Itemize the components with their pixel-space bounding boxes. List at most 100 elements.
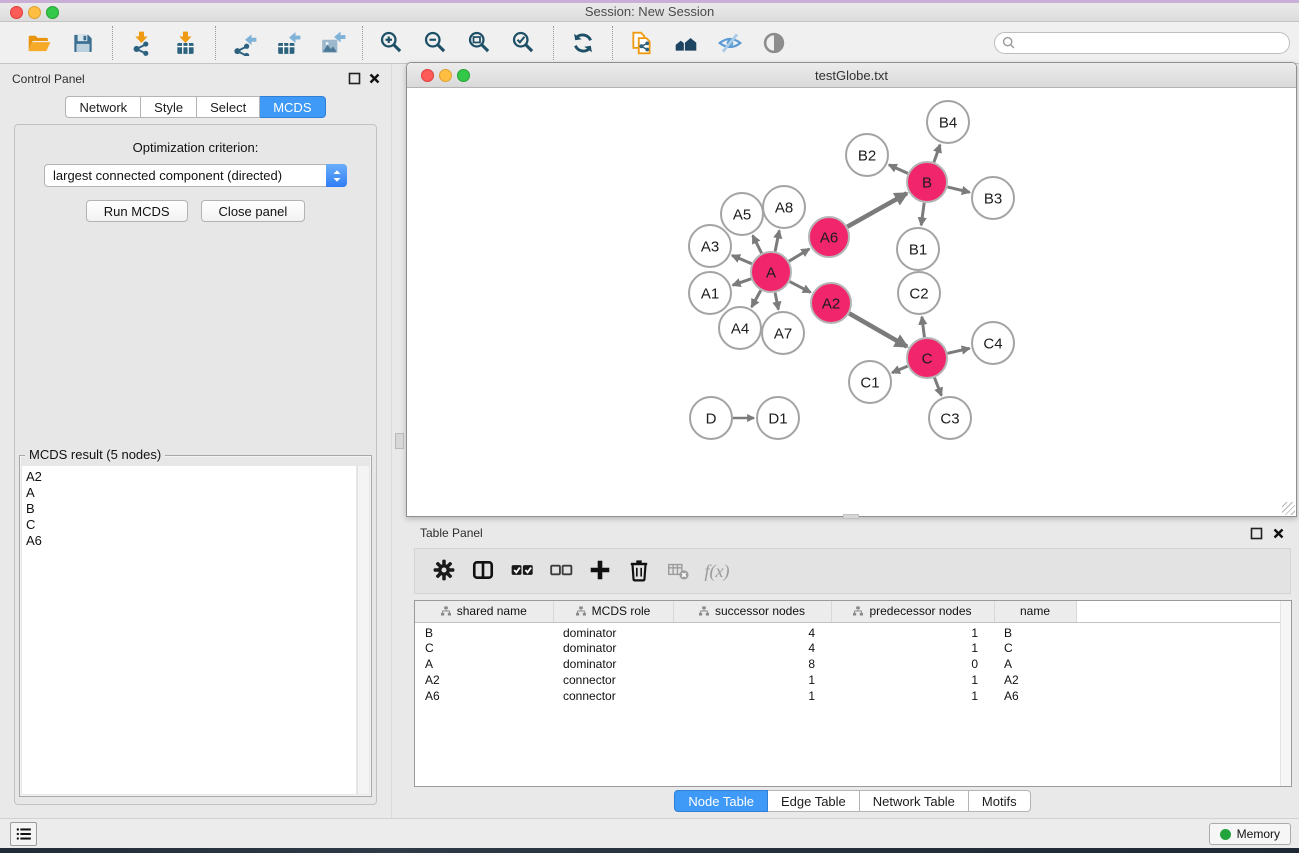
table-scrollbar[interactable]: [1280, 601, 1291, 786]
float-panel-icon[interactable]: [348, 72, 361, 85]
network-canvas[interactable]: B4B2BB3A8A5A6A3B1AA1C2A2A4A7C4CC1DD1C3: [407, 89, 1296, 516]
show-all-networks-button[interactable]: [668, 26, 704, 60]
deselect-all-columns-icon: [549, 558, 573, 585]
graph-edge-B-B2[interactable]: [889, 165, 908, 174]
export-table-icon: [276, 30, 302, 56]
memory-button[interactable]: Memory: [1209, 823, 1291, 845]
graph-edge-B-B4[interactable]: [934, 145, 940, 163]
control-panel-title: Control Panel: [12, 72, 85, 86]
table-row[interactable]: A6connector11A6: [415, 688, 1291, 704]
app-titlebar: Session: New Session: [0, 0, 1299, 22]
column-header-successor-nodes[interactable]: successor nodes: [673, 601, 831, 622]
node-table: shared nameMCDS rolesuccessor nodesprede…: [415, 601, 1291, 704]
deselect-all-columns-button[interactable]: [546, 554, 576, 588]
graph-node-label-B3: B3: [984, 190, 1002, 207]
graph-edge-B-B3[interactable]: [947, 187, 969, 192]
toolbar-group: [362, 26, 553, 60]
graph-edge-C-C2[interactable]: [922, 317, 925, 337]
refresh-view-button[interactable]: [565, 26, 601, 60]
mcds-tab-content: Optimization criterion: largest connecte…: [14, 124, 377, 805]
column-header-shared-name[interactable]: shared name: [415, 601, 553, 622]
toolbar-group: [612, 26, 803, 60]
select-stepper-icon: [326, 164, 347, 187]
import-table-button[interactable]: [168, 26, 204, 60]
mcds-result-item[interactable]: B: [26, 501, 356, 517]
result-list-scrollbar[interactable]: [357, 466, 369, 794]
graph-edge-A-A8[interactable]: [775, 231, 779, 252]
graph-edge-A6-B[interactable]: [847, 193, 907, 226]
graph-edge-A-A5[interactable]: [753, 236, 762, 254]
close-panel-icon[interactable]: [368, 72, 381, 85]
criterion-select[interactable]: largest connected component (directed): [44, 164, 347, 187]
splitter-handle-bottom[interactable]: [843, 514, 859, 519]
table-row[interactable]: A2connector11A2: [415, 672, 1291, 688]
tab-select[interactable]: Select: [197, 96, 260, 118]
zoom-out-icon: [423, 30, 449, 56]
graph-node-label-B1: B1: [909, 241, 927, 258]
search-input[interactable]: [1017, 34, 1289, 52]
export-network-button[interactable]: [227, 26, 263, 60]
graph-edge-C-C1[interactable]: [892, 366, 908, 373]
table-row[interactable]: Adominator80A: [415, 656, 1291, 672]
add-column-button[interactable]: [585, 554, 615, 588]
zoom-in-button[interactable]: [374, 26, 410, 60]
attribute-tree-icon: [441, 606, 451, 616]
graph-node-label-A2: A2: [822, 295, 840, 312]
table-row[interactable]: Bdominator41B: [415, 622, 1291, 640]
select-all-columns-button[interactable]: [507, 554, 537, 588]
tab-network-table[interactable]: Network Table: [860, 790, 969, 812]
mcds-result-item[interactable]: C: [26, 517, 356, 533]
network-view-window: testGlobe.txt B4B2BB3A8A5A6A3B1AA1C2A2A4…: [406, 62, 1297, 517]
graph-edge-B-B1[interactable]: [921, 203, 924, 225]
zoom-fit-button[interactable]: [462, 26, 498, 60]
column-header-MCDS-role[interactable]: MCDS role: [553, 601, 673, 622]
duplicate-network-button[interactable]: [624, 26, 660, 60]
mcds-result-item[interactable]: A2: [26, 469, 356, 485]
graph-edge-C-C3[interactable]: [935, 378, 942, 396]
graph-edge-A-A4[interactable]: [752, 290, 761, 307]
open-file-button[interactable]: [21, 26, 57, 60]
tab-mcds[interactable]: MCDS: [260, 96, 325, 118]
save-session-button[interactable]: [65, 26, 101, 60]
graph-edge-C-C4[interactable]: [948, 348, 970, 353]
graph-edge-A-A3[interactable]: [732, 255, 752, 263]
run-mcds-button[interactable]: Run MCDS: [86, 200, 188, 222]
hide-selected-icon: [717, 30, 743, 56]
table-settings-button[interactable]: [429, 554, 459, 588]
zoom-out-button[interactable]: [418, 26, 454, 60]
tab-motifs[interactable]: Motifs: [969, 790, 1031, 812]
mcds-result-item[interactable]: A: [26, 485, 356, 501]
table-row[interactable]: Cdominator41C: [415, 640, 1291, 656]
zoom-selected-button[interactable]: [506, 26, 542, 60]
task-history-button[interactable]: [10, 822, 37, 846]
import-table-icon: [173, 30, 199, 56]
tab-style[interactable]: Style: [141, 96, 197, 118]
tab-edge-table[interactable]: Edge Table: [768, 790, 860, 812]
graph-edge-A-A1[interactable]: [733, 279, 751, 285]
show-hidden-button[interactable]: [756, 26, 792, 60]
graph-edge-A-A7[interactable]: [775, 293, 778, 310]
tab-node-table[interactable]: Node Table: [674, 790, 768, 812]
close-table-panel-icon[interactable]: [1272, 527, 1285, 540]
column-header-predecessor-nodes[interactable]: predecessor nodes: [831, 601, 994, 622]
graph-edge-A-A2[interactable]: [790, 282, 811, 293]
graph-edge-A-A6[interactable]: [789, 249, 809, 261]
tab-network[interactable]: Network: [65, 96, 141, 118]
float-table-panel-icon[interactable]: [1250, 527, 1263, 540]
function-builder-icon: f(x): [705, 561, 730, 582]
graph-edge-A2-C[interactable]: [849, 313, 907, 346]
hide-selected-button[interactable]: [712, 26, 748, 60]
splitter-handle-left[interactable]: [395, 433, 404, 449]
network-window-titlebar[interactable]: testGlobe.txt: [407, 63, 1296, 88]
search-field[interactable]: [994, 32, 1290, 54]
resize-grip-icon[interactable]: [1282, 502, 1295, 515]
delete-column-button[interactable]: [624, 554, 654, 588]
import-network-button[interactable]: [124, 26, 160, 60]
mcds-result-item[interactable]: A6: [26, 533, 356, 549]
mcds-result-title: MCDS result (5 nodes): [25, 447, 165, 462]
export-table-button[interactable]: [271, 26, 307, 60]
close-panel-button[interactable]: Close panel: [201, 200, 306, 222]
column-header-name[interactable]: name: [994, 601, 1076, 622]
export-image-button[interactable]: [315, 26, 351, 60]
show-columns-button[interactable]: [468, 554, 498, 588]
